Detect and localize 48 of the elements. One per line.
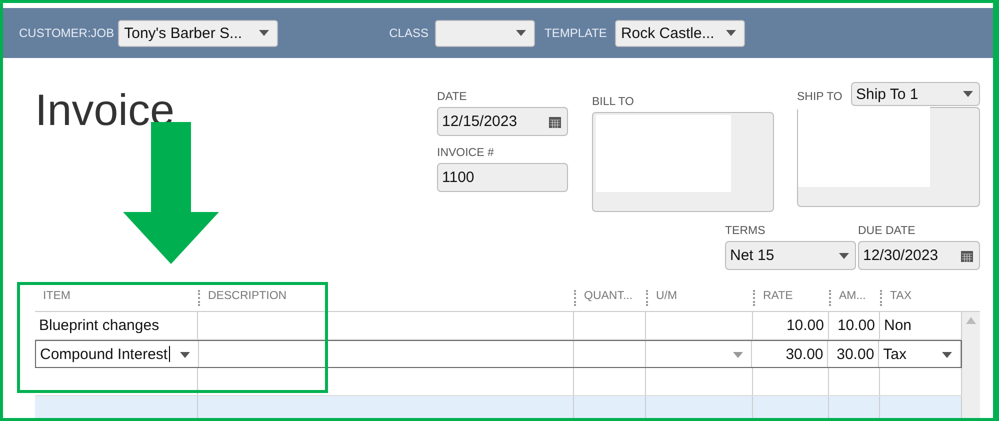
- date-field[interactable]: 12/15/2023: [437, 107, 568, 136]
- bill-to-field[interactable]: [592, 112, 774, 212]
- field-label: BILL TO: [592, 96, 635, 108]
- table-cell: 10.00: [829, 312, 880, 339]
- column-header[interactable]: ITEM: [35, 290, 198, 306]
- table-row[interactable]: Compound Interest 30.00 30.00 Tax: [35, 340, 962, 368]
- caret-icon: [516, 30, 526, 36]
- column-header[interactable]: DESCRIPTION: [198, 290, 574, 306]
- caret-icon: [942, 352, 952, 358]
- column-header[interactable]: AM...: [829, 290, 880, 306]
- field-label: CUSTOMER:JOB: [19, 26, 114, 40]
- column-header[interactable]: U/M: [646, 290, 753, 306]
- terms-dropdown[interactable]: Net 15: [725, 241, 856, 270]
- field-label: DUE DATE: [858, 225, 916, 237]
- table-cell: Blueprint changes: [35, 312, 198, 339]
- caret-icon: [259, 30, 270, 36]
- caret-icon: [963, 91, 973, 97]
- field-label: DATE: [437, 91, 468, 103]
- table-row[interactable]: Blueprint changes 10.00 10.00 Non: [35, 312, 962, 340]
- column-header[interactable]: RATE: [753, 290, 829, 306]
- caret-icon: [180, 352, 190, 358]
- caret-icon: [839, 252, 849, 258]
- ship-to-field[interactable]: [797, 107, 980, 207]
- dropdown[interactable]: Tony's Barber S...: [118, 20, 278, 46]
- table-cell: 30.00: [828, 341, 880, 367]
- table-cell: 10.00: [753, 312, 829, 339]
- field-label: TEMPLATE: [544, 26, 607, 40]
- invoice-title: Invoice: [35, 86, 174, 135]
- due-date-field[interactable]: 12/30/2023: [858, 241, 980, 270]
- invoice-number-field[interactable]: 1100: [437, 163, 568, 192]
- caret-icon: [726, 30, 736, 36]
- table-cell: 30.00: [752, 341, 828, 367]
- calendar-icon: [549, 116, 561, 128]
- ship-to-dropdown[interactable]: Ship To 1: [851, 82, 980, 106]
- table-cell: Compound Interest: [36, 341, 199, 367]
- field-label: CLASS: [389, 26, 428, 40]
- dropdown[interactable]: Rock Castle...: [614, 20, 745, 46]
- dropdown[interactable]: [435, 20, 536, 46]
- table-cell: Tax: [879, 341, 961, 367]
- field-label: TERMS: [725, 225, 766, 237]
- column-header[interactable]: QUANT...: [574, 290, 646, 306]
- calendar-icon: [961, 250, 973, 262]
- field-label: INVOICE #: [437, 147, 495, 159]
- caret-icon: [733, 352, 744, 358]
- scroll-up-icon[interactable]: [966, 317, 976, 324]
- field-label: SHIP TO: [797, 91, 842, 103]
- column-header[interactable]: TAX: [880, 290, 962, 306]
- scrollbar[interactable]: [962, 312, 980, 418]
